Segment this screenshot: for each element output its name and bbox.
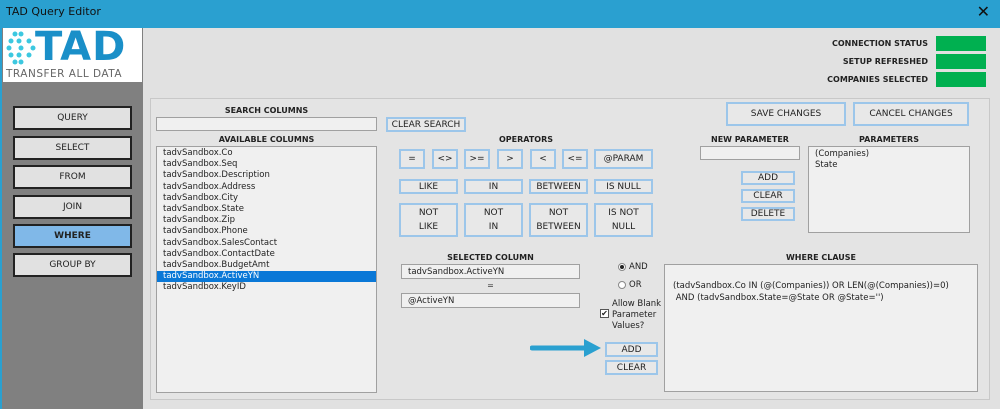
logo: TAD TRANSFER ALL DATA (3, 24, 142, 82)
operator-button[interactable]: @PARAM (594, 149, 653, 169)
operator-label: NULL (611, 222, 636, 232)
setup-refreshed-label: SETUP REFRESHED (842, 57, 928, 66)
search-columns-label: SEARCH COLUMNS (224, 106, 309, 115)
operator-button[interactable]: IS NOT NULL (594, 203, 653, 237)
new-parameter-label: NEW PARAMETER (711, 135, 789, 144)
operators-label: OPERATORS (498, 135, 554, 144)
add-condition-button[interactable]: ADD (605, 342, 658, 357)
operator-button[interactable]: LIKE (399, 179, 458, 194)
allow-blank-label: Allow Blank Parameter Values? (612, 299, 662, 331)
nav-where-button[interactable]: WHERE (13, 224, 132, 248)
and-label: AND (629, 262, 648, 272)
selected-parameter-field[interactable]: @ActiveYN (401, 293, 580, 308)
search-columns-input[interactable] (156, 117, 377, 131)
selected-operator: = (487, 281, 494, 290)
nav-select-button[interactable]: SELECT (13, 136, 132, 160)
nav-group-by-button[interactable]: GROUP BY (13, 253, 132, 277)
parameters-label: PARAMETERS (859, 135, 919, 144)
selected-column-field[interactable]: tadvSandbox.ActiveYN (401, 264, 580, 279)
where-line: (tadvSandbox.Co IN (@(Companies)) OR LEN… (673, 281, 949, 291)
setup-refreshed-indicator (936, 54, 986, 69)
column-item[interactable]: tadvSandbox.Zip (157, 215, 376, 226)
logo-tagline: TRANSFER ALL DATA (6, 68, 123, 80)
operator-label: LIKE (418, 222, 439, 232)
column-item[interactable]: tadvSandbox.BudgetAmt (157, 260, 376, 271)
window-title: TAD Query Editor (6, 5, 101, 18)
parameter-item[interactable]: State (809, 160, 969, 171)
column-item[interactable]: tadvSandbox.SalesContact (157, 238, 376, 249)
column-item[interactable]: tadvSandbox.City (157, 193, 376, 204)
add-parameter-button[interactable]: ADD (741, 171, 795, 185)
operator-button[interactable]: <> (432, 149, 458, 169)
operator-button[interactable]: NOT LIKE (399, 203, 458, 237)
radio-selected-icon (618, 263, 626, 271)
delete-parameter-button[interactable]: DELETE (741, 207, 795, 221)
save-changes-button[interactable]: SAVE CHANGES (726, 102, 846, 126)
where-line: AND (tadvSandbox.State=@State OR @State=… (673, 293, 884, 303)
clear-parameter-button[interactable]: CLEAR (741, 189, 795, 203)
column-item[interactable]: tadvSandbox.Seq (157, 159, 376, 170)
parameters-list[interactable]: (Companies) State (808, 146, 970, 233)
logo-text: TAD (35, 24, 127, 70)
or-label: OR (629, 280, 642, 290)
column-item[interactable]: tadvSandbox.ActiveYN (157, 271, 376, 283)
operator-label: NOT (418, 208, 439, 218)
operator-label: NOT (548, 208, 569, 218)
radio-unselected-icon (618, 281, 626, 289)
clear-search-button[interactable]: CLEAR SEARCH (386, 117, 466, 132)
operator-label: IS NOT (608, 208, 639, 218)
connection-status-indicator (936, 36, 986, 51)
column-item[interactable]: tadvSandbox.State (157, 204, 376, 215)
or-radio[interactable]: OR (618, 280, 642, 290)
operator-label: NOT (483, 208, 504, 218)
arrow-right-icon (530, 339, 601, 357)
operator-button[interactable]: BETWEEN (529, 179, 588, 194)
nav-join-button[interactable]: JOIN (13, 195, 132, 219)
available-columns-label: AVAILABLE COLUMNS (218, 135, 315, 144)
operator-button[interactable]: NOT BETWEEN (529, 203, 588, 237)
connection-status-label: CONNECTION STATUS (832, 39, 928, 48)
operator-button[interactable]: > (497, 149, 523, 169)
selected-column-label: SELECTED COLUMN (447, 253, 534, 262)
column-item[interactable]: tadvSandbox.Phone (157, 226, 376, 237)
column-item[interactable]: tadvSandbox.KeyID (157, 282, 376, 293)
operator-button[interactable]: < (530, 149, 556, 169)
column-item[interactable]: tadvSandbox.Co (157, 148, 376, 159)
column-item[interactable]: tadvSandbox.Description (157, 170, 376, 181)
operator-button[interactable]: = (399, 149, 425, 169)
new-parameter-input[interactable] (700, 146, 800, 160)
nav-query-button[interactable]: QUERY (13, 106, 132, 130)
column-item[interactable]: tadvSandbox.ContactDate (157, 249, 376, 260)
operator-label: IN (488, 222, 499, 232)
companies-selected-label: COMPANIES SELECTED (827, 75, 928, 84)
nav-from-button[interactable]: FROM (13, 165, 132, 189)
operator-button[interactable]: IS NULL (594, 179, 653, 194)
operator-button[interactable]: IN (464, 179, 523, 194)
where-clause-textarea[interactable]: (tadvSandbox.Co IN (@(Companies)) OR LEN… (664, 264, 978, 392)
operator-label: BETWEEN (536, 222, 581, 232)
title-bar: TAD Query Editor (0, 0, 1000, 28)
column-item[interactable]: tadvSandbox.Address (157, 182, 376, 193)
clear-condition-button[interactable]: CLEAR (605, 360, 658, 375)
operator-button[interactable]: NOT IN (464, 203, 523, 237)
cancel-changes-button[interactable]: CANCEL CHANGES (853, 102, 969, 126)
available-columns-list[interactable]: tadvSandbox.Co tadvSandbox.Seq tadvSandbox… (156, 146, 377, 393)
operator-button[interactable]: >= (464, 149, 490, 169)
companies-selected-indicator (936, 72, 986, 87)
allow-blank-checkbox[interactable]: ✔ (600, 309, 609, 318)
parameter-item[interactable]: (Companies) (809, 149, 969, 160)
operator-button[interactable]: <= (562, 149, 588, 169)
and-radio[interactable]: AND (618, 262, 648, 272)
where-clause-label: WHERE CLAUSE (785, 253, 857, 262)
close-icon[interactable]: ✕ (977, 2, 990, 21)
